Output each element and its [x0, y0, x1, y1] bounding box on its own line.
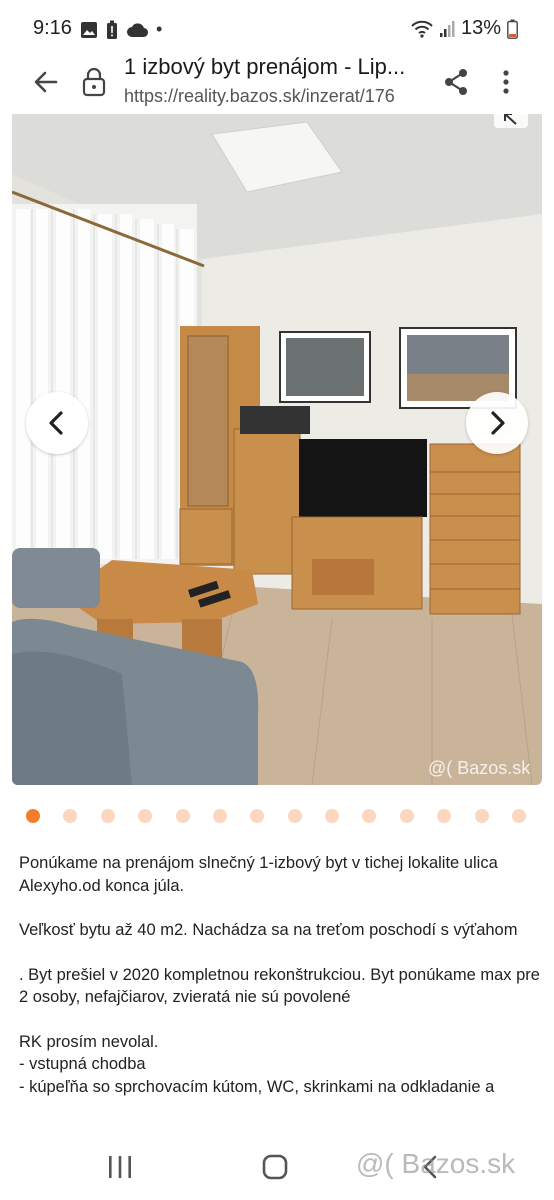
image-icon — [81, 21, 97, 38]
pagination-dot[interactable] — [511, 809, 526, 823]
share-icon[interactable] — [441, 66, 471, 98]
description-paragraph: Ponúkame na prenájom slnečný 1-izbový by… — [19, 854, 502, 895]
pagination-dot[interactable] — [100, 809, 115, 823]
pagination-dot[interactable] — [287, 809, 302, 823]
listing-description: Ponúkame na prenájom slnečný 1-izbový by… — [19, 852, 543, 1129]
lock-icon[interactable] — [82, 66, 106, 98]
screen-watermark: @( Bazos.sk — [356, 1148, 516, 1179]
listing-photo[interactable]: @( Bazos.sk — [12, 114, 542, 785]
pagination-dot[interactable] — [362, 809, 377, 823]
pagination-dot[interactable] — [138, 809, 153, 823]
gallery-prev-button[interactable] — [26, 392, 88, 454]
gallery-next-button[interactable] — [466, 392, 528, 454]
description-paragraph: . Byt prešiel v 2020 kompletnou rekonštr… — [19, 965, 540, 1007]
pagination-dot[interactable] — [399, 809, 414, 823]
photo-watermark: @( Bazos.sk — [428, 758, 531, 778]
pagination-dot[interactable] — [63, 809, 78, 823]
browser-toolbar: 1 izbový byt prenájom - Lip... https://r… — [0, 50, 554, 114]
pagination-dot[interactable] — [212, 809, 227, 823]
pagination-dot[interactable] — [175, 809, 190, 823]
page-title[interactable]: 1 izbový byt prenájom - Lip... — [124, 54, 424, 80]
battery-icon — [507, 19, 518, 39]
pagination-dot[interactable] — [437, 809, 452, 823]
pagination-dot[interactable] — [474, 809, 489, 823]
battery-percent: 13% — [460, 17, 501, 39]
page-url[interactable]: https://reality.bazos.sk/inzerat/176 — [124, 86, 424, 107]
description-paragraph: RK prosím nevolal. - vstupná chodba - kú… — [19, 1032, 495, 1096]
status-right: 13% — [411, 17, 518, 40]
gallery-pagination — [26, 809, 526, 823]
cloud-icon — [127, 22, 148, 37]
description-paragraph: Veľkosť bytu až 40 m2. Nachádza sa na tr… — [19, 921, 518, 939]
overflow-menu-icon[interactable] — [496, 66, 516, 98]
pagination-dot[interactable] — [325, 809, 339, 823]
pagination-dot[interactable] — [26, 809, 40, 823]
recent-apps-icon[interactable] — [106, 1154, 134, 1180]
apartment-photo-image — [12, 114, 542, 785]
pagination-dot[interactable] — [250, 809, 265, 823]
notification-icons: • — [80, 19, 162, 40]
more-notifications-dot: • — [156, 19, 163, 39]
home-icon[interactable] — [262, 1154, 288, 1180]
fullscreen-icon[interactable] — [494, 114, 528, 128]
battery-alert-icon — [107, 20, 117, 39]
wifi-icon — [411, 20, 433, 38]
signal-icon — [439, 20, 455, 37]
status-time: 9:16 — [33, 17, 72, 39]
chevron-right-icon — [491, 411, 505, 435]
chevron-left-icon — [49, 411, 63, 435]
back-arrow-icon[interactable] — [30, 66, 62, 98]
